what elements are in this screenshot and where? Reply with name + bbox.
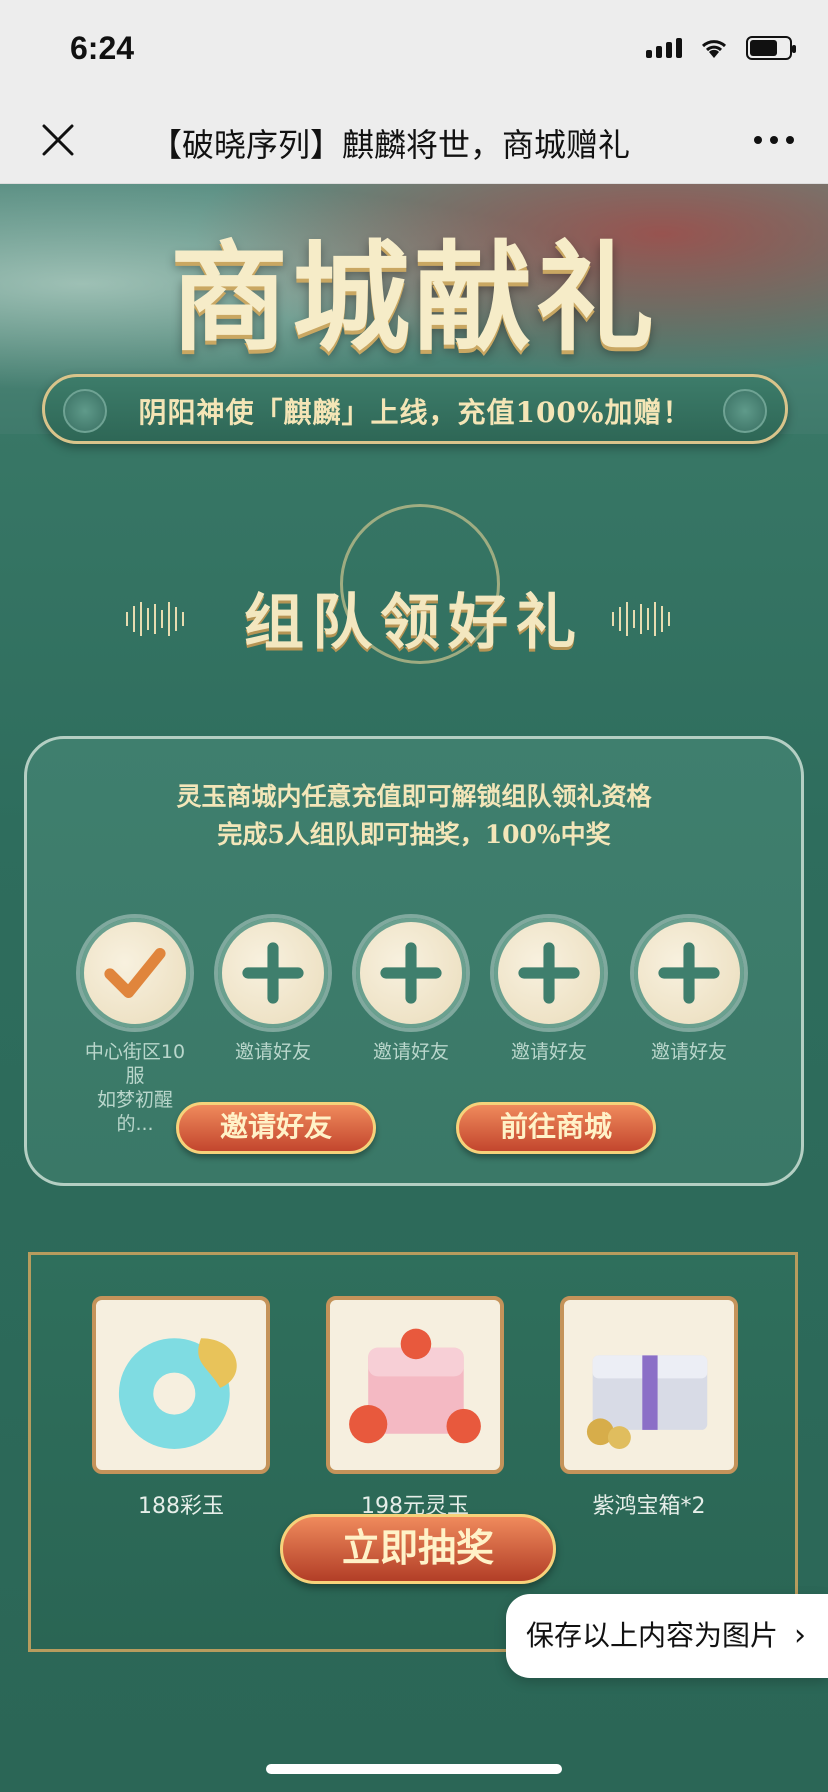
prize-label: 188彩玉 (138, 1494, 224, 1519)
treasure-chest-icon (586, 1355, 708, 1449)
status-icons (646, 36, 796, 60)
section-heading: 组队领好礼 (244, 588, 584, 658)
slot-label: 邀请好友 (650, 1041, 727, 1063)
go-to-shop-button[interactable]: 前往商城 (456, 1102, 656, 1154)
slot-label: 中心街区10服 如梦初醒的... (84, 1041, 186, 1135)
save-as-image-label: 保存以上内容为图片 (526, 1619, 779, 1652)
slot-label: 邀请好友 (510, 1041, 587, 1063)
prize-item: 紫鸿宝箱*2 (560, 1296, 738, 1520)
prize-card (92, 1296, 270, 1474)
team-slot-invite[interactable]: 邀请好友 (218, 918, 328, 1064)
nav-bar: 【破晓序列】麒麟将世，商城赠礼 (0, 100, 828, 184)
more-icon[interactable] (754, 136, 794, 144)
plus-icon (380, 942, 442, 1004)
draw-now-button[interactable]: 立即抽奖 (280, 1514, 556, 1584)
battery-icon (746, 36, 796, 60)
team-slot-filled: 中心街区10服 如梦初醒的... (80, 918, 190, 1136)
slot-label: 邀请好友 (234, 1041, 311, 1063)
page-title: 【破晓序列】麒麟将世，商城赠礼 (150, 126, 631, 164)
invite-friends-button[interactable]: 邀请好友 (176, 1102, 376, 1154)
prize-label: 紫鸿宝箱*2 (592, 1494, 706, 1519)
team-rule-line2: 完成5人组队即可抽奖，100%中奖 (217, 820, 611, 849)
content-area[interactable]: 商城献礼 阴阳神使「麒麟」上线，充值100%加赠！ 组队领好礼 灵玉商城内任意充… (0, 184, 828, 1792)
team-slot-invite[interactable]: 邀请好友 (634, 918, 744, 1064)
status-time: 6:24 (70, 30, 135, 66)
prize-card (326, 1296, 504, 1474)
slot-label: 邀请好友 (372, 1041, 449, 1063)
check-icon (104, 947, 166, 999)
plus-icon (518, 942, 580, 1004)
plus-icon (242, 942, 304, 1004)
signal-icon (646, 38, 682, 58)
yinyang-icon (723, 389, 767, 433)
prize-item: 188彩玉 (92, 1296, 270, 1520)
prize-card (560, 1296, 738, 1474)
plus-icon (658, 942, 720, 1004)
save-as-image-button[interactable]: 保存以上内容为图片 › (506, 1594, 828, 1678)
hero-title: 商城献礼 (169, 228, 658, 367)
lingyu-pack-icon (349, 1328, 481, 1444)
team-slot-invite[interactable]: 邀请好友 (494, 918, 604, 1064)
sound-bars-decoration (612, 602, 670, 636)
home-indicator[interactable] (266, 1764, 562, 1774)
promo-banner: 阴阳神使「麒麟」上线，充值100%加赠！ (42, 374, 788, 444)
promo-text: 阴阳神使「麒麟」上线，充值100%加赠！ (138, 396, 692, 429)
chevron-right-icon: › (794, 1618, 806, 1653)
team-slot-invite[interactable]: 邀请好友 (356, 918, 466, 1064)
wifi-icon (701, 40, 727, 58)
prize-item: 198元灵玉 (326, 1296, 504, 1520)
close-icon[interactable] (36, 118, 80, 162)
jade-icon (118, 1338, 237, 1449)
team-rule-line1: 灵玉商城内任意充值即可解锁组队领礼资格 (176, 782, 652, 811)
status-bar: 6:24 (0, 0, 828, 100)
